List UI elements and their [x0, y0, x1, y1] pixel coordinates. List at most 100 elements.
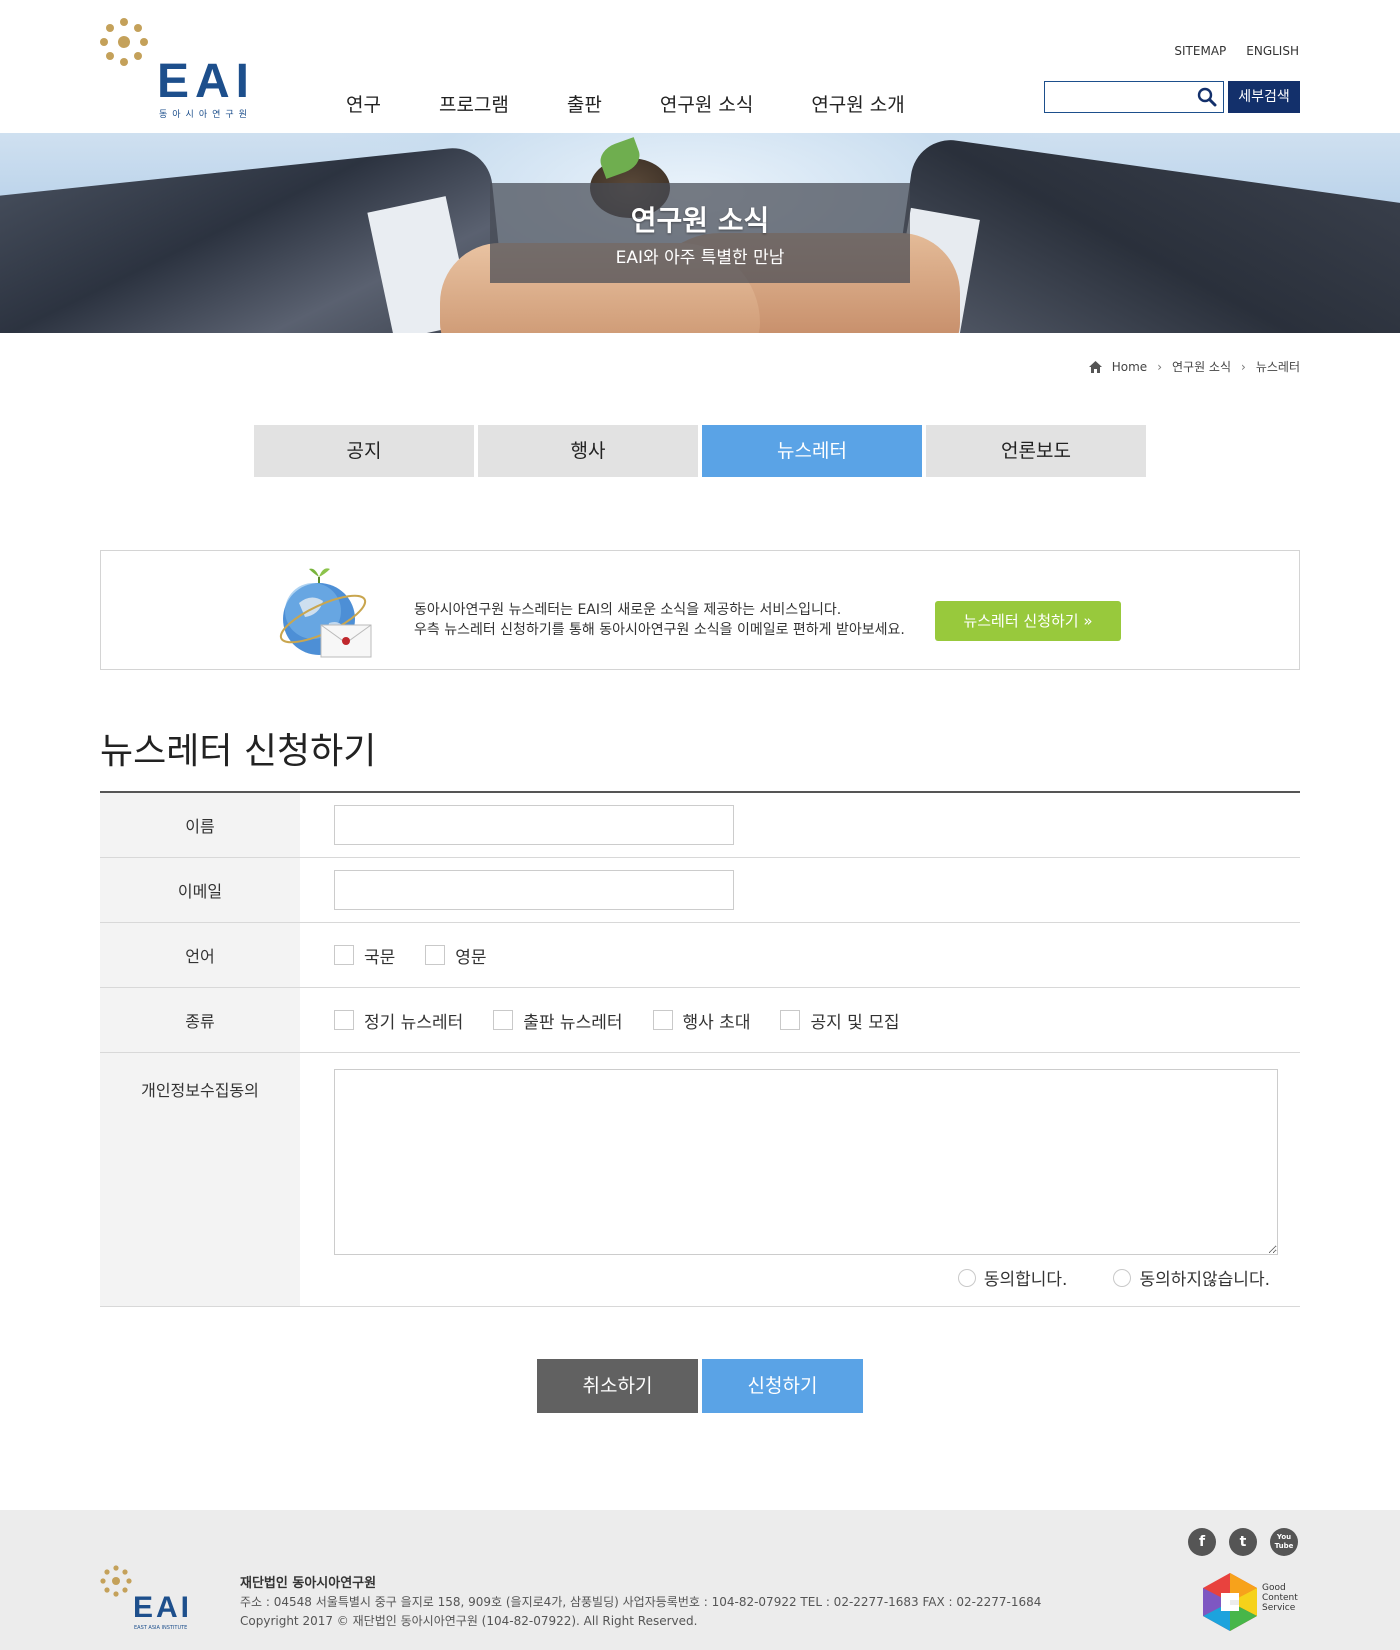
- language-label: 언어: [100, 923, 300, 987]
- sub-tabs: 공지 행사 뉴스레터 언론보도: [254, 425, 1146, 477]
- checkbox-event[interactable]: [652, 1010, 673, 1030]
- agree-label: 동의합니다.: [983, 1270, 1068, 1290]
- search-icon[interactable]: [1197, 87, 1217, 107]
- nav-program[interactable]: 프로그램: [439, 90, 509, 117]
- privacy-textarea[interactable]: [334, 1069, 1278, 1255]
- tab-notice[interactable]: 공지: [254, 425, 474, 477]
- radio-agree[interactable]: [957, 1268, 976, 1287]
- newsletter-intro: 동아시아연구원 뉴스레터는 EAI의 새로운 소식을 제공하는 서비스입니다. …: [100, 550, 1300, 670]
- form-title: 뉴스레터 신청하기: [100, 731, 377, 772]
- banner-title: 연구원 소식: [630, 204, 770, 237]
- youtube-icon[interactable]: You Tube: [1270, 1528, 1298, 1556]
- banner-caption: 연구원 소식 EAI와 아주 특별한 만남: [490, 183, 910, 283]
- eai-logo[interactable]: EAI 동아시아연구원: [100, 18, 265, 120]
- name-label: 이름: [100, 793, 300, 857]
- footer-address: 주소 : 04548 서울특별시 중구 을지로 158, 909호 (을지로4가…: [240, 1595, 1042, 1609]
- english-link[interactable]: ENGLISH: [1246, 44, 1299, 58]
- logo-subtitle: 동아시아연구원: [159, 110, 252, 120]
- twitter-icon[interactable]: t: [1229, 1528, 1257, 1556]
- search-box: [1044, 81, 1224, 113]
- main-nav: 연구 프로그램 출판 연구원 소식 연구원 소개: [346, 90, 963, 117]
- language-english-option[interactable]: 영문: [425, 943, 487, 968]
- tab-event[interactable]: 행사: [478, 425, 698, 477]
- nav-news[interactable]: 연구원 소식: [660, 90, 753, 117]
- breadcrumb-home[interactable]: Home: [1112, 360, 1147, 374]
- gcs-label-line3: Service: [1262, 1603, 1296, 1613]
- form-actions: 취소하기 신청하기: [537, 1359, 863, 1413]
- submit-button[interactable]: 신청하기: [702, 1359, 863, 1413]
- footer-org-name: 재단법인 동아시아연구원: [240, 1576, 377, 1591]
- disagree-label: 동의하지않습니다.: [1139, 1270, 1270, 1290]
- hero-banner: 연구원 소식 EAI와 아주 특별한 만남: [0, 133, 1400, 333]
- form-row-name: 이름: [100, 793, 1300, 858]
- logo-text: EAI: [157, 55, 256, 108]
- type-label: 종류: [100, 988, 300, 1052]
- checkbox-publication[interactable]: [493, 1010, 514, 1030]
- footer: f t You Tube EAI EAST ASIA INSTITUTE 재단법…: [0, 1510, 1400, 1650]
- type-event-option[interactable]: 행사 초대: [652, 1008, 751, 1033]
- breadcrumb-level2[interactable]: 뉴스레터: [1256, 358, 1300, 375]
- form-row-email: 이메일: [100, 858, 1300, 923]
- privacy-consent-options: 동의합니다. 동의하지않습니다.: [957, 1265, 1270, 1290]
- footer-logo-text: EAI: [133, 1591, 193, 1624]
- footer-copyright: Copyright 2017 © 재단법인 동아시아연구원 (104-82-07…: [240, 1614, 698, 1628]
- page: EAI 동아시아연구원 SITEMAP ENGLISH 연구 프로그램 출판 연…: [0, 0, 1400, 1650]
- social-links: f t You Tube: [1188, 1528, 1298, 1556]
- chevron-right-icon: ›: [1241, 359, 1246, 374]
- email-label: 이메일: [100, 858, 300, 922]
- tab-newsletter[interactable]: 뉴스레터: [702, 425, 922, 477]
- nav-publication[interactable]: 출판: [567, 90, 602, 117]
- form-row-privacy: 개인정보수집동의 동의합니다. 동의하지않습니다.: [100, 1053, 1300, 1307]
- intro-text: 동아시아연구원 뉴스레터는 EAI의 새로운 소식을 제공하는 서비스입니다. …: [414, 600, 905, 640]
- globe-mail-icon: [279, 568, 372, 658]
- banner-subtitle: EAI와 아주 특별한 만남: [615, 248, 785, 268]
- type-publication-label: 출판 뉴스레터: [523, 1012, 623, 1033]
- disagree-option[interactable]: 동의하지않습니다.: [1113, 1265, 1270, 1290]
- newsletter-subscribe-button[interactable]: 뉴스레터 신청하기 »: [935, 601, 1121, 641]
- chevron-right-icon: ›: [1157, 359, 1162, 374]
- checkbox-regular[interactable]: [334, 1010, 354, 1030]
- good-content-service-badge[interactable]: Good Content Service: [1200, 1573, 1310, 1633]
- radio-disagree[interactable]: [1113, 1268, 1132, 1287]
- logo-dots-icon: [100, 1565, 132, 1597]
- checkbox-english[interactable]: [425, 945, 446, 965]
- language-korean-option[interactable]: 국문: [334, 943, 395, 968]
- search-input[interactable]: [1045, 82, 1185, 112]
- sitemap-link[interactable]: SITEMAP: [1174, 44, 1226, 58]
- checkbox-korean[interactable]: [334, 945, 354, 965]
- language-english-label: 영문: [455, 947, 487, 968]
- gcs-logo-icon: [1203, 1573, 1257, 1631]
- utility-links: SITEMAP ENGLISH: [1174, 44, 1299, 58]
- breadcrumb-level1[interactable]: 연구원 소식: [1172, 358, 1231, 375]
- tab-press[interactable]: 언론보도: [926, 425, 1146, 477]
- nav-research[interactable]: 연구: [346, 90, 381, 117]
- subscription-form: 이름 이메일 언어 국문 영문 종류 정기 뉴스레터 출판 뉴스레터 행사 초대…: [100, 791, 1300, 1307]
- type-publication-option[interactable]: 출판 뉴스레터: [493, 1008, 623, 1033]
- gcs-label-line2: Content: [1262, 1593, 1298, 1603]
- form-row-language: 언어 국문 영문: [100, 923, 1300, 988]
- type-regular-option[interactable]: 정기 뉴스레터: [334, 1008, 463, 1033]
- email-input[interactable]: [334, 870, 734, 910]
- language-korean-label: 국문: [364, 947, 396, 968]
- type-notice-option[interactable]: 공지 및 모집: [780, 1008, 899, 1033]
- type-regular-label: 정기 뉴스레터: [364, 1012, 464, 1033]
- breadcrumb: Home › 연구원 소식 › 뉴스레터: [1088, 358, 1300, 375]
- privacy-label: 개인정보수집동의: [100, 1053, 300, 1306]
- home-icon[interactable]: [1088, 360, 1102, 373]
- form-row-type: 종류 정기 뉴스레터 출판 뉴스레터 행사 초대 공지 및 모집: [100, 988, 1300, 1053]
- intro-line-2: 우측 뉴스레터 신청하기를 통해 동아시아연구원 소식을 이메일로 편하게 받아…: [414, 622, 905, 638]
- cancel-button[interactable]: 취소하기: [537, 1359, 698, 1413]
- agree-option[interactable]: 동의합니다.: [957, 1265, 1068, 1290]
- facebook-icon[interactable]: f: [1188, 1528, 1216, 1556]
- footer-logo-subtitle: EAST ASIA INSTITUTE: [134, 1625, 188, 1631]
- logo-dots-icon: [100, 18, 148, 66]
- type-notice-label: 공지 및 모집: [810, 1012, 900, 1033]
- type-event-label: 행사 초대: [682, 1012, 751, 1033]
- name-input[interactable]: [334, 805, 734, 845]
- nav-about[interactable]: 연구원 소개: [811, 90, 904, 117]
- advanced-search-button[interactable]: 세부검색: [1228, 81, 1300, 113]
- gcs-label: Good Content Service: [1262, 1583, 1298, 1613]
- footer-logo[interactable]: EAI EAST ASIA INSTITUTE: [100, 1565, 200, 1635]
- gcs-label-line1: Good: [1262, 1583, 1286, 1593]
- checkbox-notice[interactable]: [780, 1010, 801, 1030]
